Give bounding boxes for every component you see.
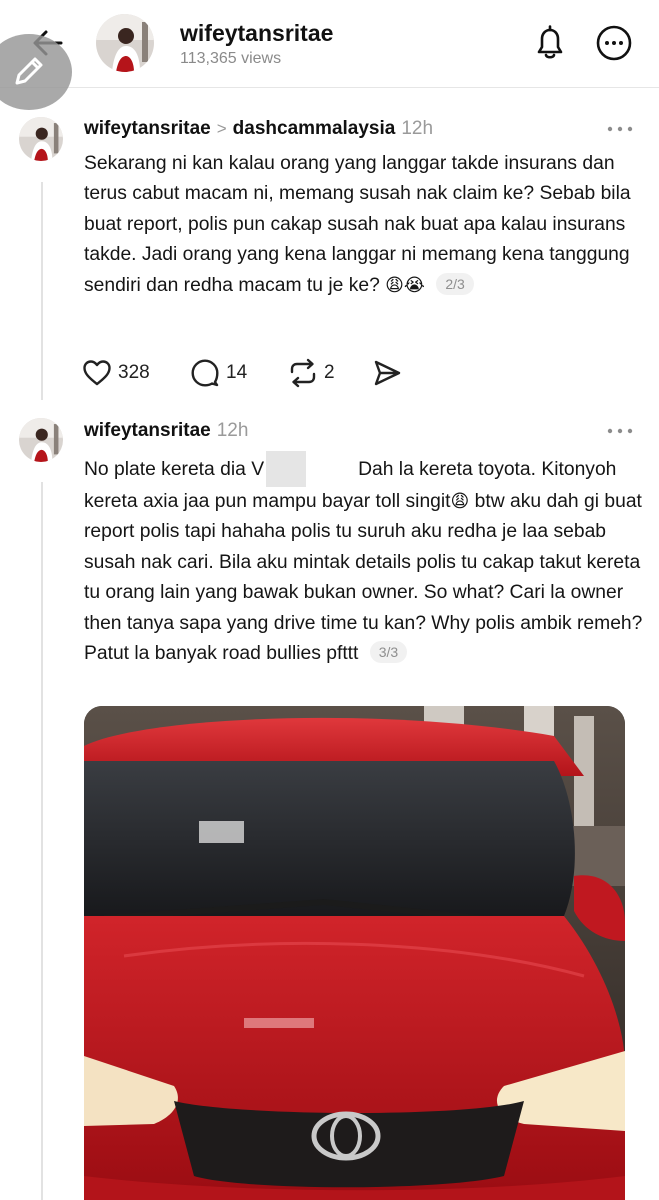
heart-icon bbox=[83, 360, 111, 386]
post-image[interactable] bbox=[84, 706, 625, 1200]
post-text-end: btw aku dah gi buat report polis tapi ha… bbox=[84, 491, 643, 665]
post-body: No plate kereta dia V Dah la kereta toyot… bbox=[84, 451, 644, 669]
thread-counter: 3/3 bbox=[369, 641, 408, 664]
post-body: Sekarang ni kan kalau orang yang langgar… bbox=[84, 149, 644, 301]
thread-counter: 2/3 bbox=[436, 272, 474, 295]
post-actions: 328 14 2 bbox=[82, 356, 412, 390]
post-avatar[interactable] bbox=[19, 117, 63, 161]
avatar-image bbox=[19, 117, 63, 161]
reply-count: 14 bbox=[226, 362, 248, 383]
page-title: wifeytansritae bbox=[180, 20, 334, 46]
more-horizontal-icon bbox=[596, 25, 632, 61]
like-button[interactable]: 328 bbox=[82, 356, 158, 390]
post-emoji: 😩 bbox=[450, 491, 470, 512]
chevron-right-icon: > bbox=[216, 119, 227, 138]
comment-icon bbox=[191, 359, 219, 387]
post-header: wifeytansritae 12h bbox=[84, 420, 248, 442]
post-time: 12h bbox=[216, 420, 249, 441]
repost-count: 2 bbox=[324, 362, 335, 383]
redacted-plate bbox=[266, 451, 307, 487]
share-button[interactable] bbox=[372, 356, 404, 390]
top-bar: wifeytansritae 113,365 views bbox=[0, 0, 659, 88]
post-username[interactable]: wifeytansritae bbox=[84, 420, 211, 441]
post-text-start: No plate kereta dia V bbox=[84, 459, 265, 480]
post-emojis: 😩😭 bbox=[385, 274, 425, 296]
reply-button[interactable]: 14 bbox=[190, 356, 260, 390]
bell-icon bbox=[537, 25, 563, 59]
avatar-image bbox=[19, 418, 63, 462]
thread-line bbox=[41, 482, 43, 1200]
reply-to-username[interactable]: dashcammalaysia bbox=[233, 118, 396, 139]
repost-icon bbox=[290, 358, 316, 388]
avatar-image bbox=[96, 14, 154, 72]
post-text: Sekarang ni kan kalau orang yang langgar… bbox=[84, 153, 631, 296]
car-photo bbox=[84, 706, 625, 1200]
repost-button[interactable]: 2 bbox=[288, 356, 348, 390]
more-options-button[interactable] bbox=[596, 25, 632, 61]
thread-line bbox=[41, 182, 43, 400]
post-more-icon[interactable] bbox=[606, 426, 634, 436]
like-count: 328 bbox=[118, 362, 150, 383]
view-count: 113,365 views bbox=[180, 50, 282, 67]
pencil-icon bbox=[15, 57, 43, 85]
notifications-button[interactable] bbox=[532, 24, 568, 62]
post-time: 12h bbox=[401, 118, 434, 139]
send-icon bbox=[374, 360, 401, 386]
profile-avatar[interactable] bbox=[96, 14, 154, 72]
post-more-icon[interactable] bbox=[606, 124, 634, 134]
post-avatar[interactable] bbox=[19, 418, 63, 462]
post-header: wifeytansritae > dashcammalaysia 12h bbox=[84, 118, 433, 140]
post-username[interactable]: wifeytansritae bbox=[84, 118, 211, 139]
